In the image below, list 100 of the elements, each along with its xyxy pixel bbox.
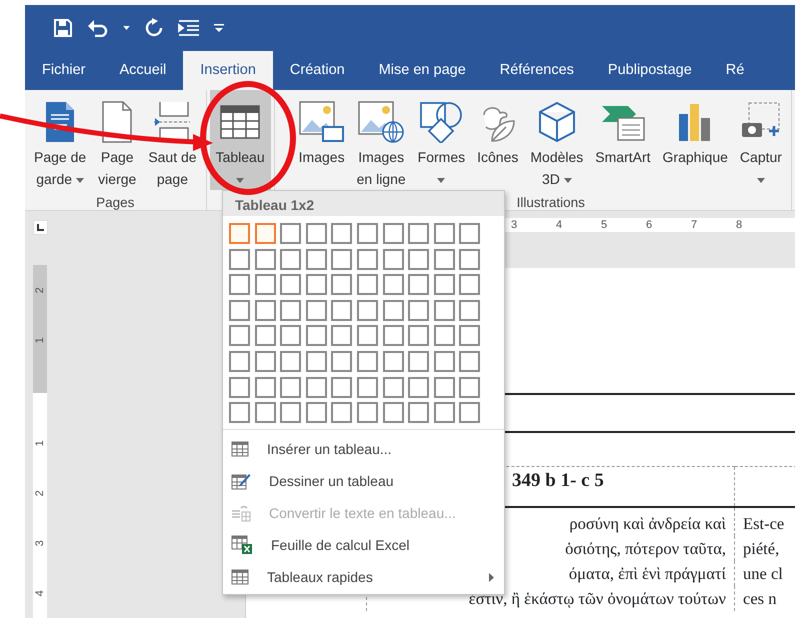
grid-cell[interactable] bbox=[382, 274, 404, 296]
grid-cell[interactable] bbox=[331, 350, 352, 372]
grid-cell[interactable] bbox=[356, 376, 378, 398]
grid-cell[interactable] bbox=[254, 248, 276, 270]
grid-cell[interactable] bbox=[434, 300, 455, 321]
grid-cell[interactable] bbox=[382, 300, 404, 321]
grid-cell[interactable] bbox=[229, 376, 250, 398]
ribbon-tab[interactable]: Ré bbox=[708, 51, 762, 90]
grid-cell[interactable] bbox=[331, 248, 352, 270]
ribbon-tab[interactable]: Accueil bbox=[102, 51, 184, 90]
grid-cell[interactable] bbox=[408, 402, 430, 424]
grid-cell[interactable] bbox=[434, 402, 455, 424]
grid-cell[interactable] bbox=[331, 376, 352, 398]
ribbon-button[interactable]: Images bbox=[292, 90, 351, 190]
grid-cell[interactable] bbox=[408, 274, 430, 296]
grid-cell[interactable] bbox=[408, 300, 430, 321]
caret-icon[interactable] bbox=[123, 26, 130, 30]
grid-cell[interactable] bbox=[459, 223, 480, 244]
grid-cell[interactable] bbox=[356, 274, 378, 296]
tab-selector[interactable] bbox=[33, 220, 48, 235]
ribbon-button[interactable]: Tableau bbox=[210, 90, 271, 190]
grid-cell[interactable] bbox=[254, 350, 276, 372]
grid-cell[interactable] bbox=[356, 223, 378, 244]
grid-cell[interactable] bbox=[229, 223, 250, 244]
grid-cell[interactable] bbox=[306, 223, 327, 244]
ribbon-button[interactable]: SmartArt bbox=[589, 90, 657, 190]
grid-cell[interactable] bbox=[459, 325, 480, 346]
grid-cell[interactable] bbox=[434, 223, 455, 244]
grid-cell[interactable] bbox=[280, 248, 302, 270]
grid-cell[interactable] bbox=[254, 325, 276, 346]
grid-cell[interactable] bbox=[434, 350, 455, 372]
grid-cell[interactable] bbox=[459, 274, 480, 296]
grid-cell[interactable] bbox=[382, 325, 404, 346]
save-icon[interactable] bbox=[53, 18, 73, 38]
ribbon-button[interactable]: Icônes bbox=[471, 90, 524, 190]
grid-cell[interactable] bbox=[382, 350, 404, 372]
grid-cell[interactable] bbox=[254, 274, 276, 296]
grid-cell[interactable] bbox=[408, 248, 430, 270]
grid-cell[interactable] bbox=[382, 223, 404, 244]
grid-cell[interactable] bbox=[382, 402, 404, 424]
ribbon-button[interactable]: Page vierge bbox=[92, 90, 142, 190]
grid-cell[interactable] bbox=[280, 300, 302, 321]
grid-cell[interactable] bbox=[331, 300, 352, 321]
grid-cell[interactable] bbox=[229, 402, 250, 424]
ribbon-button[interactable]: Captur bbox=[734, 90, 788, 190]
ribbon-button[interactable]: Images en ligne bbox=[350, 90, 412, 190]
grid-cell[interactable] bbox=[254, 376, 276, 398]
grid-cell[interactable] bbox=[356, 300, 378, 321]
redo-icon[interactable] bbox=[144, 18, 164, 38]
ribbon-button[interactable]: Formes bbox=[412, 90, 472, 190]
grid-cell[interactable] bbox=[408, 376, 430, 398]
grid-cell[interactable] bbox=[408, 325, 430, 346]
grid-cell[interactable] bbox=[331, 325, 352, 346]
grid-cell[interactable] bbox=[434, 274, 455, 296]
grid-cell[interactable] bbox=[459, 402, 480, 424]
grid-cell[interactable] bbox=[434, 376, 455, 398]
grid-cell[interactable] bbox=[306, 325, 327, 346]
grid-cell[interactable] bbox=[382, 376, 404, 398]
grid-cell[interactable] bbox=[408, 223, 430, 244]
customize-icon[interactable] bbox=[214, 24, 224, 32]
grid-cell[interactable] bbox=[459, 376, 480, 398]
grid-cell[interactable] bbox=[254, 402, 276, 424]
grid-cell[interactable] bbox=[280, 223, 302, 244]
grid-cell[interactable] bbox=[306, 350, 327, 372]
ribbon-button[interactable]: Modèles 3D bbox=[524, 90, 590, 190]
grid-cell[interactable] bbox=[331, 223, 352, 244]
ribbon-tab[interactable]: Références bbox=[482, 51, 591, 90]
grid-cell[interactable] bbox=[306, 376, 327, 398]
grid-cell[interactable] bbox=[459, 300, 480, 321]
grid-cell[interactable] bbox=[280, 274, 302, 296]
ribbon-tab[interactable]: Insertion bbox=[183, 51, 273, 90]
ribbon-button[interactable]: Saut de page bbox=[142, 90, 203, 190]
grid-cell[interactable] bbox=[331, 402, 352, 424]
grid-cell[interactable] bbox=[280, 350, 302, 372]
grid-cell[interactable] bbox=[306, 300, 327, 321]
grid-cell[interactable] bbox=[356, 325, 378, 346]
ribbon-tab[interactable]: Mise en page bbox=[362, 51, 483, 90]
grid-cell[interactable] bbox=[280, 325, 302, 346]
ribbon-tab[interactable]: Fichier bbox=[25, 51, 103, 90]
grid-cell[interactable] bbox=[459, 350, 480, 372]
grid-cell[interactable] bbox=[254, 223, 276, 244]
grid-cell[interactable] bbox=[434, 248, 455, 270]
menu-item[interactable]: Insérer un tableau... bbox=[223, 433, 504, 466]
grid-cell[interactable] bbox=[306, 274, 327, 296]
grid-cell[interactable] bbox=[331, 274, 352, 296]
grid-cell[interactable] bbox=[306, 248, 327, 270]
ribbon-button[interactable]: Graphique bbox=[656, 90, 734, 190]
ribbon-button[interactable]: Page de garde bbox=[28, 90, 92, 190]
ribbon-tab[interactable]: Création bbox=[272, 51, 362, 90]
grid-cell[interactable] bbox=[280, 376, 302, 398]
grid-cell[interactable] bbox=[306, 402, 327, 424]
grid-cell[interactable] bbox=[280, 402, 302, 424]
grid-cell[interactable] bbox=[356, 402, 378, 424]
grid-cell[interactable] bbox=[434, 325, 455, 346]
grid-cell[interactable] bbox=[382, 248, 404, 270]
grid-cell[interactable] bbox=[356, 350, 378, 372]
grid-cell[interactable] bbox=[356, 248, 378, 270]
menu-item[interactable]: Dessiner un tableau bbox=[223, 465, 504, 498]
grid-cell[interactable] bbox=[229, 325, 250, 346]
grid-cell[interactable] bbox=[229, 300, 250, 321]
